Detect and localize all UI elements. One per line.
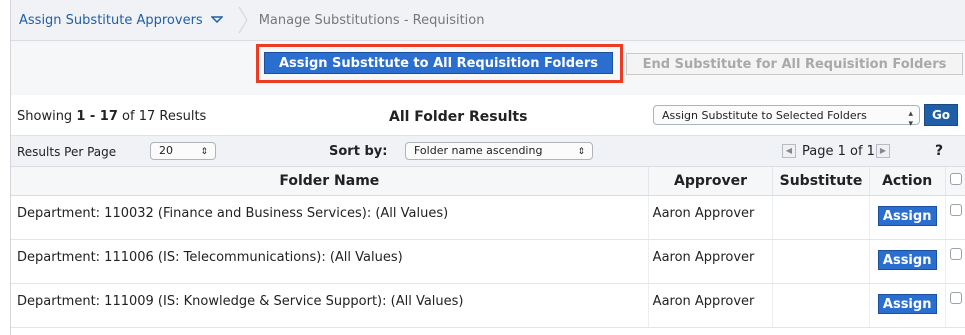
- help-icon[interactable]: ?: [935, 143, 943, 159]
- assign-button[interactable]: Assign: [877, 294, 937, 314]
- approver-cell: Aaron Approver: [648, 239, 774, 284]
- row-select-cell[interactable]: [945, 283, 965, 328]
- breadcrumb: Assign Substitute Approvers Manage Subst…: [11, 0, 965, 41]
- action-bar: Assign Substitute to All Requisition Fol…: [11, 41, 965, 97]
- action-cell: Assign: [869, 239, 946, 284]
- chevron-down-icon[interactable]: [210, 16, 223, 24]
- results-bar: Showing 1 - 17 of 17 Results All Folder …: [11, 95, 965, 136]
- folder-table: Folder Name Approver Substitute Action D…: [11, 167, 965, 328]
- bulk-action-select[interactable]: Assign Substitute to Selected Folders ▴︎…: [653, 105, 920, 129]
- header-select-all[interactable]: [945, 167, 965, 196]
- page-frame: Assign Substitute Approvers Manage Subst…: [10, 0, 965, 335]
- row-checkbox[interactable]: [949, 248, 962, 260]
- bulk-action-value: Assign Substitute to Selected Folders: [662, 108, 867, 122]
- folder-name-cell: Department: 111009 (IS: Knowledge & Serv…: [11, 283, 649, 328]
- table-row: Department: 111009 (IS: Knowledge & Serv…: [11, 283, 965, 328]
- showing-range: 1 - 17: [76, 109, 118, 124]
- table-row: Department: 110032 (Finance and Business…: [11, 195, 965, 240]
- select-arrows-icon: ▴︎ ▾: [908, 109, 913, 129]
- sort-select[interactable]: Folder name ascending ⇕: [405, 142, 593, 160]
- showing-count: Showing 1 - 17 of 17 Results: [17, 109, 206, 124]
- approver-cell: Aaron Approver: [648, 283, 774, 328]
- row-select-cell[interactable]: [945, 195, 965, 240]
- page-indicator: Page 1 of 1: [802, 144, 875, 159]
- header-action: Action: [869, 167, 946, 196]
- sort-by-label: Sort by:: [329, 144, 388, 159]
- assign-button[interactable]: Assign: [877, 206, 937, 226]
- header-substitute[interactable]: Substitute: [772, 167, 870, 196]
- row-checkbox[interactable]: [949, 292, 962, 304]
- table-row: Department: 111006 (IS: Telecommunicatio…: [11, 239, 965, 284]
- results-per-page-label: Results Per Page: [17, 145, 117, 159]
- header-approver[interactable]: Approver: [648, 167, 774, 196]
- showing-total: of 17 Results: [117, 109, 207, 124]
- select-arrows-icon: ⇕: [200, 147, 208, 157]
- substitute-cell: [772, 195, 870, 240]
- select-arrows-icon: ⇕: [577, 147, 585, 157]
- assign-button[interactable]: Assign: [877, 250, 937, 270]
- substitute-cell: [772, 283, 870, 328]
- end-all-button[interactable]: End Substitute for All Requisition Folde…: [626, 53, 963, 75]
- breadcrumb-root-link[interactable]: Assign Substitute Approvers: [19, 13, 223, 28]
- next-page-icon[interactable]: ▶: [876, 144, 890, 158]
- section-title: All Folder Results: [389, 109, 528, 125]
- action-cell: Assign: [869, 283, 946, 328]
- approver-cell: Aaron Approver: [648, 195, 774, 240]
- go-button[interactable]: Go: [924, 104, 958, 126]
- showing-prefix: Showing: [17, 109, 77, 124]
- table-header-row: Folder Name Approver Substitute Action: [11, 167, 965, 196]
- sort-value: Folder name ascending: [414, 144, 543, 157]
- table-toolbar: Results Per Page 20 ⇕ Sort by: Folder na…: [11, 136, 965, 167]
- prev-page-icon[interactable]: ◀: [782, 144, 796, 158]
- assign-all-button[interactable]: Assign Substitute to All Requisition Fol…: [264, 52, 613, 74]
- select-all-checkbox[interactable]: [949, 173, 962, 185]
- action-cell: Assign: [869, 195, 946, 240]
- substitute-cell: [772, 239, 870, 284]
- row-checkbox[interactable]: [949, 204, 962, 216]
- results-per-page-select[interactable]: 20 ⇕: [150, 142, 216, 160]
- header-folder-name[interactable]: Folder Name: [11, 167, 649, 196]
- results-per-page-value: 20: [159, 144, 173, 157]
- breadcrumb-separator-icon: [238, 6, 248, 34]
- breadcrumb-root-label[interactable]: Assign Substitute Approvers: [19, 13, 203, 28]
- folder-name-cell: Department: 111006 (IS: Telecommunicatio…: [11, 239, 649, 284]
- breadcrumb-current: Manage Substitutions - Requisition: [258, 12, 485, 28]
- folder-name-cell: Department: 110032 (Finance and Business…: [11, 195, 649, 240]
- row-select-cell[interactable]: [945, 239, 965, 284]
